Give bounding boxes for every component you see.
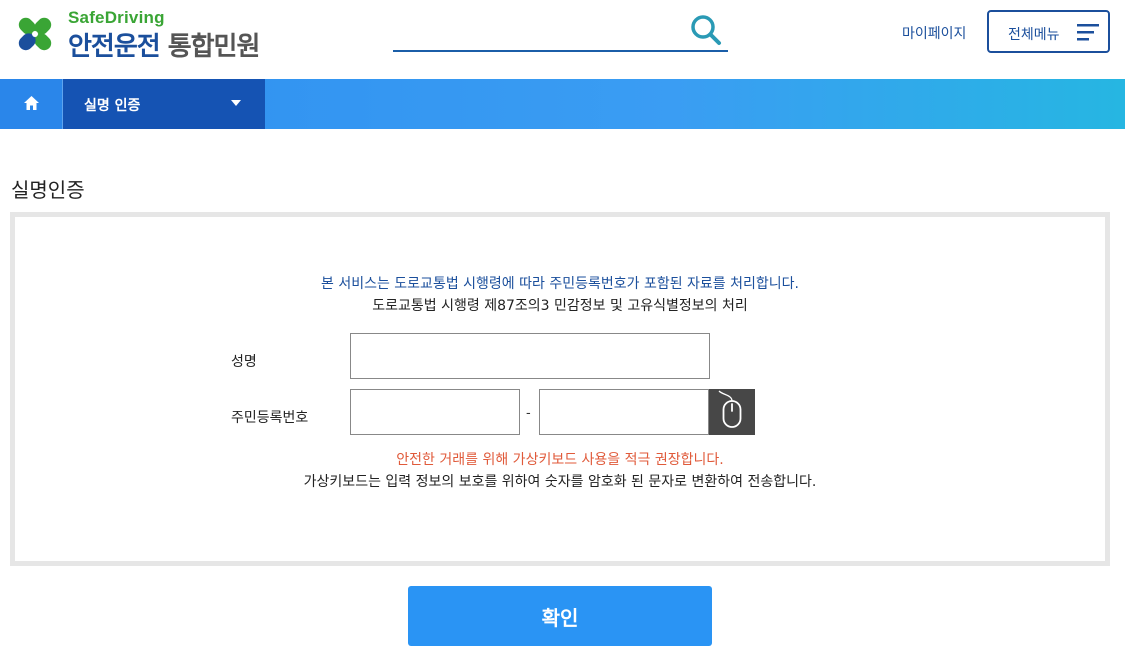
rrn-front-input[interactable] bbox=[350, 389, 520, 435]
confirm-button[interactable]: 확인 bbox=[408, 586, 712, 646]
logo-korean-sub: 통합민원 bbox=[167, 32, 261, 62]
notice-line-2: 도로교통법 시행령 제87조의3 민감정보 및 고유식별정보의 처리 bbox=[372, 298, 748, 314]
rrn-back-input[interactable] bbox=[539, 389, 709, 435]
all-menu-button[interactable]: 전체메뉴 bbox=[987, 10, 1110, 53]
search-icon[interactable] bbox=[688, 12, 724, 48]
mouse-icon bbox=[718, 390, 742, 428]
search-bar bbox=[393, 10, 728, 52]
nav-dropdown-realname[interactable]: 실명 인증 bbox=[63, 79, 265, 129]
site-header: SafeDriving 안전운전 통합민원 마이페이지 전체메뉴 bbox=[0, 0, 1125, 79]
logo-clover-icon bbox=[18, 17, 52, 51]
nav-dropdown-label: 실명 인증 bbox=[84, 98, 141, 114]
name-label: 성명 bbox=[231, 354, 257, 370]
home-icon bbox=[24, 96, 39, 110]
logo-english-text: SafeDriving bbox=[68, 8, 165, 27]
site-logo[interactable]: SafeDriving 안전운전 통합민원 bbox=[10, 8, 300, 64]
mypage-link[interactable]: 마이페이지 bbox=[902, 23, 966, 43]
nav-bar: 실명 인증 bbox=[0, 79, 1125, 129]
virtual-keyboard-explanation: 가상키보드는 입력 정보의 보호를 위하여 숫자를 암호화 된 문자로 변환하여… bbox=[303, 474, 817, 490]
notice-line-1: 본 서비스는 도로교통법 시행령에 따라 주민등록번호가 포함된 자료를 처리합… bbox=[321, 276, 799, 292]
verification-panel: 본 서비스는 도로교통법 시행령에 따라 주민등록번호가 포함된 자료를 처리합… bbox=[10, 212, 1110, 566]
logo-korean-main: 안전운전 bbox=[68, 32, 161, 62]
nav-home-button[interactable] bbox=[0, 79, 63, 129]
virtual-keyboard-recommendation: 안전한 거래를 위해 가상키보드 사용을 적극 권장합니다. bbox=[396, 452, 724, 468]
all-menu-label: 전체메뉴 bbox=[1008, 27, 1060, 43]
logo-korean-text: 안전운전 통합민원 bbox=[68, 26, 261, 63]
name-input[interactable] bbox=[350, 333, 710, 379]
caret-down-icon bbox=[231, 100, 241, 106]
search-input[interactable] bbox=[393, 10, 683, 50]
rrn-separator: - bbox=[526, 406, 531, 421]
rrn-label: 주민등록번호 bbox=[231, 410, 309, 426]
virtual-keyboard-button[interactable] bbox=[709, 389, 755, 435]
page-title: 실명인증 bbox=[11, 178, 85, 202]
hamburger-icon bbox=[1077, 24, 1099, 41]
